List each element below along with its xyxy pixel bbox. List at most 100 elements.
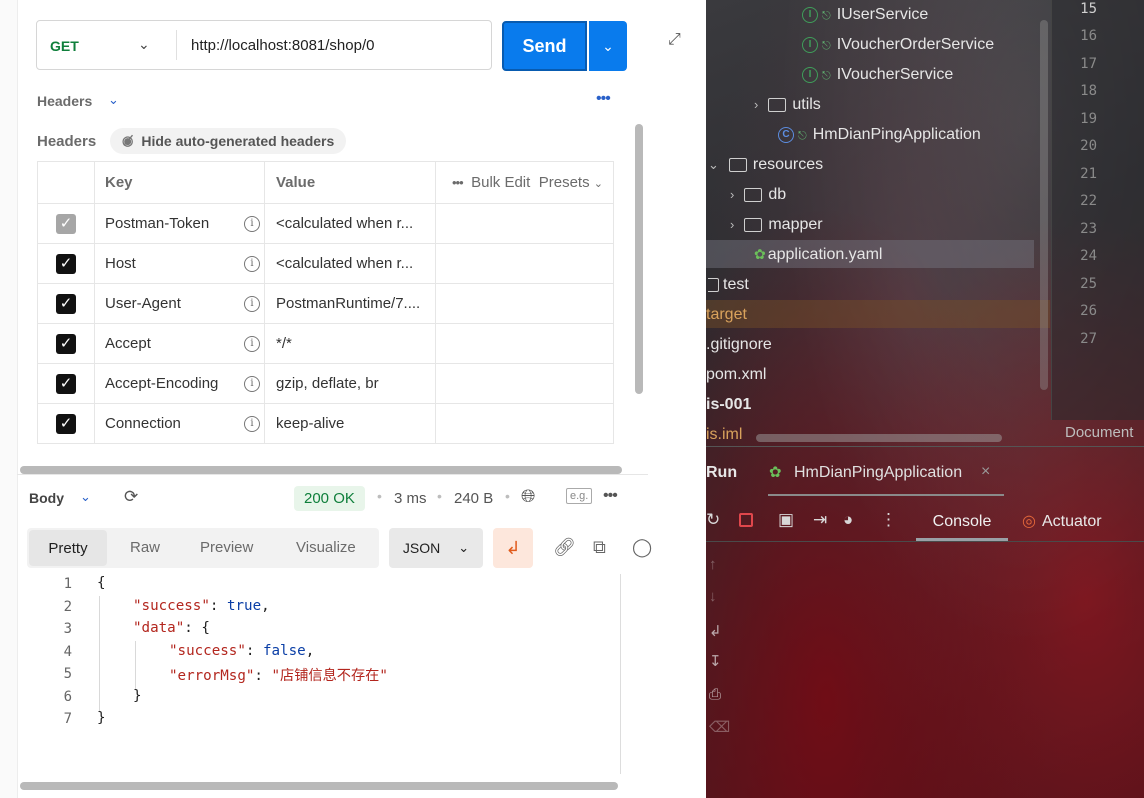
key-cell[interactable]: Accept-Encoding i bbox=[94, 363, 265, 404]
tree-item[interactable]: target bbox=[706, 306, 747, 324]
key-cell[interactable]: Connection i bbox=[94, 403, 265, 444]
bulk-edit-link[interactable]: Bulk Edit bbox=[471, 174, 530, 191]
send-button[interactable]: Send bbox=[502, 21, 587, 71]
checkbox-checked[interactable]: ✓ bbox=[56, 253, 76, 274]
tab-pretty[interactable]: Pretty bbox=[29, 530, 107, 566]
tree-item[interactable]: is.iml bbox=[706, 426, 742, 444]
trash-icon[interactable]: ⌫ bbox=[709, 718, 730, 736]
info-icon[interactable]: i bbox=[244, 215, 260, 232]
stop-icon[interactable] bbox=[739, 513, 753, 527]
link-icon[interactable]: 🔗︎ bbox=[553, 537, 576, 558]
value-cell[interactable]: <calculated when r... bbox=[264, 203, 436, 244]
search-icon[interactable]: ◯ bbox=[632, 537, 652, 558]
presets-dropdown[interactable]: Presets ⌄ bbox=[539, 174, 603, 191]
info-icon[interactable]: i bbox=[244, 295, 260, 312]
chevron-right-icon[interactable]: › bbox=[730, 187, 734, 202]
tree-item[interactable]: is-001 bbox=[706, 396, 751, 414]
headers-vertical-scrollbar[interactable] bbox=[635, 124, 643, 394]
send-options-chevron-icon[interactable]: ⌄ bbox=[589, 21, 627, 71]
tree-item[interactable]: I ⎋ IVoucherOrderService bbox=[802, 36, 994, 54]
value-cell[interactable]: */* bbox=[264, 323, 436, 364]
tree-horizontal-scrollbar[interactable] bbox=[756, 434, 1002, 442]
info-icon[interactable]: i bbox=[244, 255, 260, 272]
hide-auto-generated-button[interactable]: ◉̸ Hide auto-generated headers bbox=[110, 128, 347, 154]
soft-wrap-icon[interactable]: ↲ bbox=[709, 622, 722, 640]
rerun-icon[interactable]: ↻ bbox=[706, 510, 720, 530]
value-cell[interactable]: <calculated when r... bbox=[264, 243, 436, 284]
gauge-icon[interactable]: ◕ bbox=[843, 510, 853, 530]
row-checkbox-cell[interactable]: ✓ bbox=[37, 363, 95, 404]
tree-item[interactable]: C ⎋ HmDianPingApplication bbox=[778, 126, 981, 144]
row-checkbox-cell[interactable]: ✓ bbox=[37, 243, 95, 284]
response-size[interactable]: 240 B bbox=[454, 490, 493, 507]
format-select[interactable]: JSON ⌄ bbox=[389, 528, 483, 568]
camera-icon[interactable]: ▣ bbox=[778, 510, 794, 530]
more-vertical-icon[interactable]: ⋮ bbox=[880, 510, 897, 530]
document-breadcrumb[interactable]: Document bbox=[1065, 424, 1133, 441]
tree-vertical-scrollbar[interactable] bbox=[1040, 20, 1048, 390]
chevron-down-icon[interactable]: ⌄ bbox=[708, 157, 719, 172]
arrow-up-icon[interactable]: ↑ bbox=[709, 556, 717, 573]
response-body-tab[interactable]: Body bbox=[29, 490, 64, 506]
checkbox-checked[interactable]: ✓ bbox=[56, 333, 76, 354]
tree-item[interactable]: I ⎋ IUserService bbox=[802, 6, 928, 24]
scroll-to-end-icon[interactable]: ↧ bbox=[709, 652, 722, 670]
tree-item[interactable]: test bbox=[708, 276, 749, 294]
tree-item[interactable]: › db bbox=[730, 186, 786, 204]
tree-item[interactable]: › utils bbox=[754, 96, 821, 114]
save-example-icon[interactable]: e.g. bbox=[566, 488, 593, 504]
url-input[interactable]: http://localhost:8081/shop/0 bbox=[191, 37, 374, 54]
chevron-right-icon[interactable]: › bbox=[730, 217, 734, 232]
tab-actuator[interactable]: ◎ Actuator bbox=[1022, 511, 1102, 531]
more-options-icon[interactable]: ••• bbox=[452, 175, 464, 190]
code-vertical-scrollbar[interactable] bbox=[620, 574, 621, 774]
checkbox-checked[interactable]: ✓ bbox=[56, 293, 76, 314]
tree-item[interactable]: I ⎋ IVoucherService bbox=[802, 66, 953, 84]
value-cell[interactable]: keep-alive bbox=[264, 403, 436, 444]
chevron-down-icon[interactable]: ⌄ bbox=[108, 92, 119, 108]
checkbox-checked[interactable]: ✓ bbox=[56, 373, 76, 394]
tree-item[interactable]: .gitignore bbox=[706, 336, 772, 354]
method-select[interactable]: GET bbox=[50, 38, 79, 54]
login-icon[interactable]: ⇥ bbox=[813, 510, 827, 530]
tree-item[interactable]: › mapper bbox=[730, 216, 823, 234]
chevron-down-icon[interactable]: ⌄ bbox=[80, 489, 91, 505]
tab-console[interactable]: Console bbox=[916, 505, 1008, 541]
code-horizontal-scrollbar[interactable] bbox=[20, 782, 618, 790]
key-cell[interactable]: Accept i bbox=[94, 323, 265, 364]
headers-tab-title[interactable]: Headers bbox=[37, 93, 92, 109]
tree-item[interactable]: pom.xml bbox=[706, 366, 766, 384]
row-checkbox-cell[interactable]: ✓ bbox=[37, 403, 95, 444]
status-badge[interactable]: 200 OK bbox=[294, 486, 365, 511]
chevron-right-icon[interactable]: › bbox=[754, 97, 758, 112]
arrow-down-icon[interactable]: ↓ bbox=[709, 588, 717, 605]
info-icon[interactable]: i bbox=[244, 375, 260, 392]
row-checkbox-cell[interactable]: ✓ bbox=[37, 283, 95, 324]
wrap-lines-icon[interactable]: ↲ bbox=[493, 528, 533, 568]
tab-preview[interactable]: Preview bbox=[200, 539, 253, 556]
globe-icon[interactable]: 🌐︎ bbox=[521, 486, 535, 507]
close-icon[interactable]: × bbox=[981, 463, 990, 481]
info-icon[interactable]: i bbox=[244, 415, 260, 432]
more-options-icon[interactable]: ••• bbox=[603, 487, 618, 505]
key-cell[interactable]: Postman-Token i bbox=[94, 203, 265, 244]
value-cell[interactable]: PostmanRuntime/7.... bbox=[264, 283, 436, 324]
key-cell[interactable]: User-Agent i bbox=[94, 283, 265, 324]
row-checkbox-cell[interactable]: ✓ bbox=[37, 203, 95, 244]
tree-item[interactable]: ⌄ resources bbox=[708, 156, 823, 174]
key-cell[interactable]: Host i bbox=[94, 243, 265, 284]
history-icon[interactable]: ⟳ bbox=[124, 487, 138, 507]
info-icon[interactable]: i bbox=[244, 335, 260, 352]
expand-icon[interactable]: ⤢ bbox=[668, 31, 681, 49]
checkbox-checked-disabled[interactable]: ✓ bbox=[56, 213, 76, 234]
run-config-name[interactable]: HmDianPingApplication bbox=[794, 464, 962, 482]
tab-visualize[interactable]: Visualize bbox=[296, 539, 356, 556]
copy-icon[interactable]: ⧉ bbox=[593, 537, 606, 558]
response-time[interactable]: 3 ms bbox=[394, 490, 427, 507]
print-icon[interactable]: ⎙ bbox=[709, 686, 721, 703]
chevron-down-icon[interactable]: ⌄ bbox=[138, 36, 150, 53]
tree-item[interactable]: ✿ application.yaml bbox=[754, 246, 882, 264]
checkbox-checked[interactable]: ✓ bbox=[56, 413, 76, 434]
tab-raw[interactable]: Raw bbox=[130, 539, 160, 556]
row-checkbox-cell[interactable]: ✓ bbox=[37, 323, 95, 364]
